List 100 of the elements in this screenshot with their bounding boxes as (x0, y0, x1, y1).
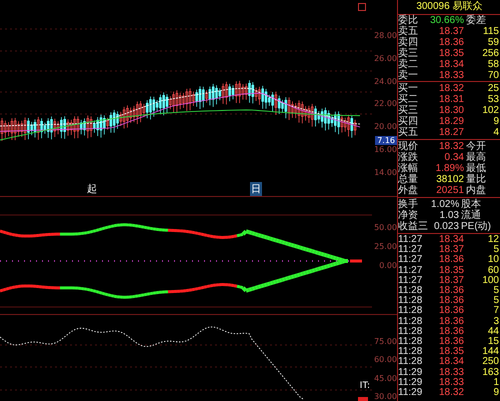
tick-price: 18.36 (438, 296, 464, 306)
window-icon[interactable] (358, 3, 366, 11)
tick-price: 18.35 (438, 266, 464, 276)
tick-time: 11:28 (398, 296, 422, 306)
price-tag: 7.16 (375, 136, 397, 145)
axis-label: 16.00 (373, 145, 397, 154)
axis-label: 20.00 (373, 122, 397, 132)
tick-time: 11:29 (398, 368, 422, 378)
order-label: 买五 (398, 127, 419, 138)
tick-price: 18.37 (438, 245, 464, 256)
order-label: 买四 (398, 116, 419, 127)
quote-label: 量比 (466, 174, 487, 185)
order-price: 18.27 (438, 127, 464, 138)
order-volume: 4 (492, 127, 499, 138)
quote-value: 0.023 (432, 221, 459, 232)
tick-volume: 15 (488, 337, 499, 348)
quote-label: 委差 (466, 15, 487, 26)
tick-time: 11:28 (398, 316, 422, 327)
tick-time: 11:28 (398, 347, 422, 358)
tick-time: 11:27 (398, 245, 422, 256)
tick-volume: 9 (492, 388, 499, 398)
tick-time: 11:28 (398, 286, 422, 296)
tick-time: 11:27 (398, 235, 422, 245)
order-price: 18.34 (438, 59, 464, 70)
quote-label: 今开 (466, 141, 487, 152)
order-price: 18.36 (438, 37, 464, 48)
order-label: 卖二 (398, 59, 419, 70)
tick-price: 18.36 (438, 255, 464, 266)
tick-time: 11:27 (398, 255, 422, 266)
order-volume: 102 (481, 105, 499, 116)
quote-label: 总量 (398, 174, 419, 185)
stock-name: 易联众 (452, 1, 483, 12)
axis-label: 25.00 (373, 242, 397, 251)
tick-price: 18.32 (438, 388, 464, 398)
order-label: 买一 (398, 83, 419, 94)
tick-volume: 5 (492, 286, 499, 296)
quote-label: 流通 (461, 210, 482, 221)
chart-marker: 日 (250, 182, 262, 196)
order-label: 买二 (398, 94, 419, 105)
order-label: 卖四 (398, 37, 419, 48)
tick-volume: 60 (486, 266, 499, 276)
axis-label: 24.00 (373, 76, 397, 86)
quote-value: 1.89% (434, 163, 464, 174)
order-label: 卖五 (398, 26, 419, 37)
quote-value: 1.03 (438, 210, 459, 221)
tick-time: 11:27 (398, 276, 422, 286)
axis-label: 22.00 (373, 99, 397, 108)
order-label: 买三 (398, 105, 419, 116)
quote-label: 最低 (466, 163, 487, 174)
order-volume: 9 (492, 116, 499, 127)
axis-label: 28.00 (373, 30, 397, 40)
tick-time: 11:29 (398, 388, 422, 398)
tick-time: 11:28 (398, 357, 422, 368)
quote-label: 最高 (466, 152, 487, 163)
order-volume: 25 (486, 83, 499, 94)
tick-volume: 12 (486, 235, 499, 245)
quote-label: 涨幅 (398, 163, 419, 174)
quote-value: 38102 (435, 174, 464, 185)
quote-label: 收益三 (398, 221, 429, 232)
order-volume: 115 (482, 26, 499, 37)
axis-label: 45.00 (373, 374, 397, 383)
quote-value: 30.66% (429, 15, 464, 26)
order-volume: 53 (486, 94, 499, 105)
tick-time: 11:27 (398, 266, 422, 276)
order-price: 18.33 (438, 70, 464, 81)
tick-volume: 144 (481, 347, 499, 358)
quote-label: 委比 (398, 15, 419, 26)
tick-volume: 1 (492, 378, 499, 388)
order-volume: 70 (486, 70, 499, 81)
quote-label: 换手 (398, 199, 419, 210)
quote-label: PE(动) (461, 221, 492, 232)
tick-price: 18.37 (438, 276, 464, 286)
quote-value: 20251 (435, 185, 464, 196)
quote-value: 0.34 (444, 152, 464, 163)
quote-label: 现价 (398, 141, 419, 152)
quote-value: 1.02% (431, 199, 459, 210)
axis-label: 75.00 (373, 337, 397, 346)
tick-price: 18.36 (438, 326, 464, 337)
tick-volume: 5 (493, 245, 499, 256)
tick-volume: 3 (492, 316, 499, 327)
tick-price: 18.36 (438, 316, 464, 327)
order-volume: 256 (481, 48, 499, 59)
order-label: 卖三 (398, 48, 419, 59)
order-volume: 58 (486, 59, 499, 70)
axis-label: 30.00 (373, 392, 397, 401)
order-price: 18.35 (438, 48, 464, 59)
indicator-label: IT: (360, 381, 370, 391)
tick-volume: 100 (481, 276, 499, 286)
axis-label: 26.00 (373, 54, 397, 63)
order-price: 18.29 (438, 116, 464, 127)
quote-label: 涨跌 (398, 152, 419, 163)
order-price: 18.30 (438, 105, 464, 116)
tick-price: 18.35 (438, 347, 464, 358)
axis-label: 50.00 (373, 223, 397, 232)
tick-price: 18.34 (438, 357, 464, 368)
tick-time: 11:29 (398, 378, 422, 388)
axis-label: 0.00 (378, 261, 397, 270)
tick-volume: 10 (486, 255, 499, 266)
tick-price: 18.34 (438, 235, 464, 245)
quote-label: 外盘 (398, 185, 419, 196)
